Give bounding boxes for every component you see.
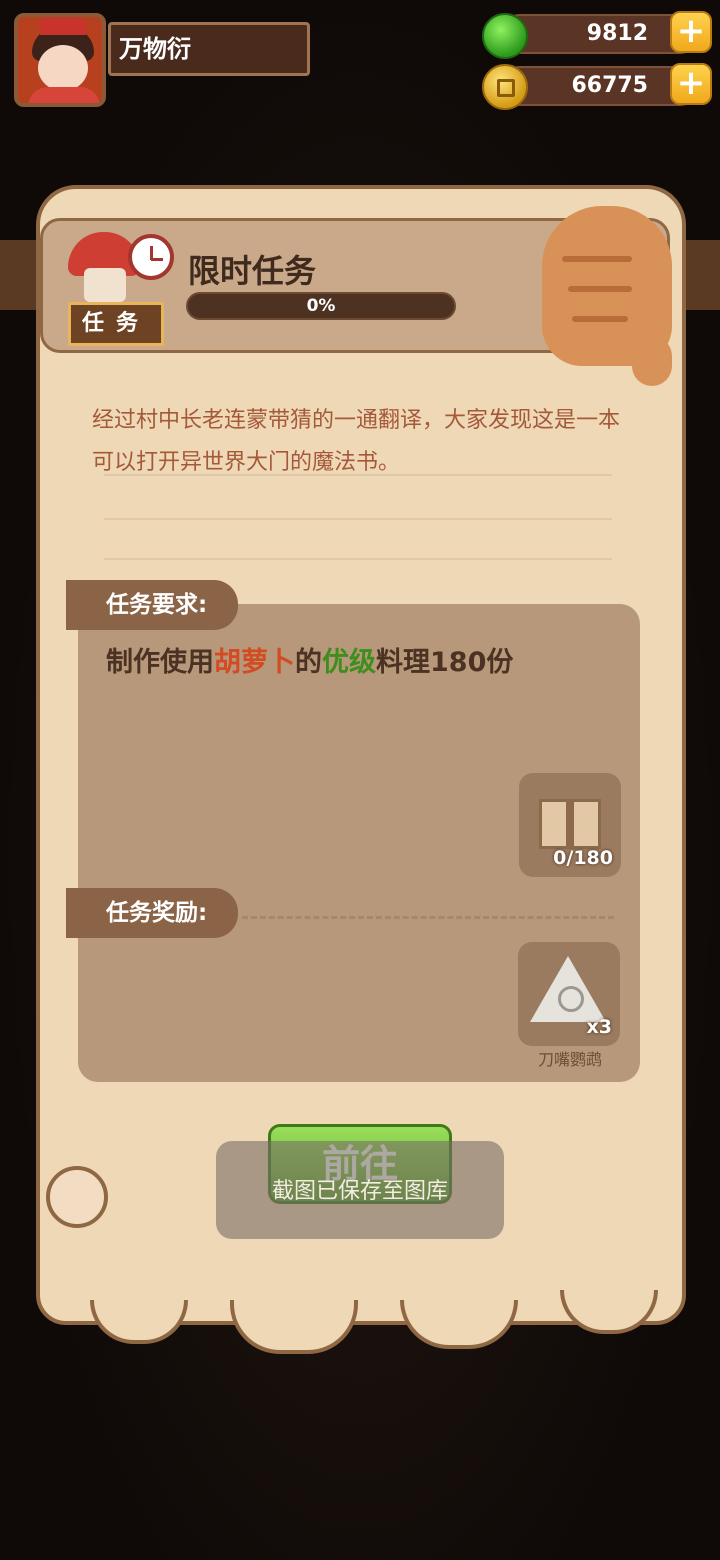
avatar-hat — [40, 17, 86, 35]
divider-line — [104, 518, 612, 520]
cat-tail — [632, 336, 672, 386]
divider-line — [104, 474, 612, 476]
progress-label: 0% — [306, 296, 336, 316]
cat-stripe — [568, 286, 632, 292]
requirement-suffix: 料理180份 — [376, 647, 514, 678]
task-progress-bar: 0% — [186, 292, 456, 320]
player-name: 万物衍 — [108, 22, 310, 76]
requirement-prefix: 制作使用 — [106, 647, 214, 678]
add-gems-button[interactable]: + — [670, 11, 712, 53]
cat-stripe — [572, 316, 628, 322]
coin-amount: 66775 — [571, 73, 648, 98]
requirement-grade: 优级 — [322, 647, 376, 678]
cat-mascot — [532, 196, 682, 396]
screenshot-saved-toast: 截图已保存至图库 — [216, 1141, 504, 1239]
reward-item-name: 刀嘴鹦鹉 — [537, 1050, 602, 1069]
add-coins-button[interactable]: + — [670, 63, 712, 105]
task-title: 限时任务 — [188, 252, 317, 290]
crate-icon — [539, 799, 601, 849]
requirement-item-count: 0/180 — [553, 847, 613, 869]
mushroom-stem — [84, 268, 126, 302]
requirement-mid: 的 — [295, 647, 322, 678]
reward-item-count: x3 — [586, 1016, 612, 1038]
gem-amount: 9812 — [586, 21, 648, 46]
scroll-knob — [46, 1166, 108, 1228]
clock-icon — [128, 234, 174, 280]
cat-stripe — [562, 256, 632, 262]
avatar-face — [38, 45, 88, 91]
task-description: 经过村中长老连蒙带猜的一通翻译，大家发现这是一本可以打开异世界大门的魔法书。 — [92, 408, 621, 475]
reward-label: 任务奖励: — [66, 888, 238, 938]
reward-item-slot[interactable]: x3 — [518, 942, 620, 1046]
divider-line — [104, 558, 612, 560]
rune-swirl-icon — [558, 986, 584, 1012]
requirement-ingredient: 胡萝卜 — [214, 647, 295, 678]
task-badge: 任务 — [68, 302, 164, 346]
requirement-item-slot[interactable]: 0/180 — [519, 773, 621, 877]
jade-gem-icon — [482, 13, 528, 59]
avatar-body — [28, 87, 100, 103]
gold-coin-icon — [482, 64, 528, 110]
player-avatar[interactable] — [14, 13, 106, 107]
requirement-label: 任务要求: — [66, 580, 238, 630]
reward-divider — [242, 916, 614, 919]
requirement-text: 制作使用胡萝卜的优级料理180份 — [106, 640, 513, 679]
